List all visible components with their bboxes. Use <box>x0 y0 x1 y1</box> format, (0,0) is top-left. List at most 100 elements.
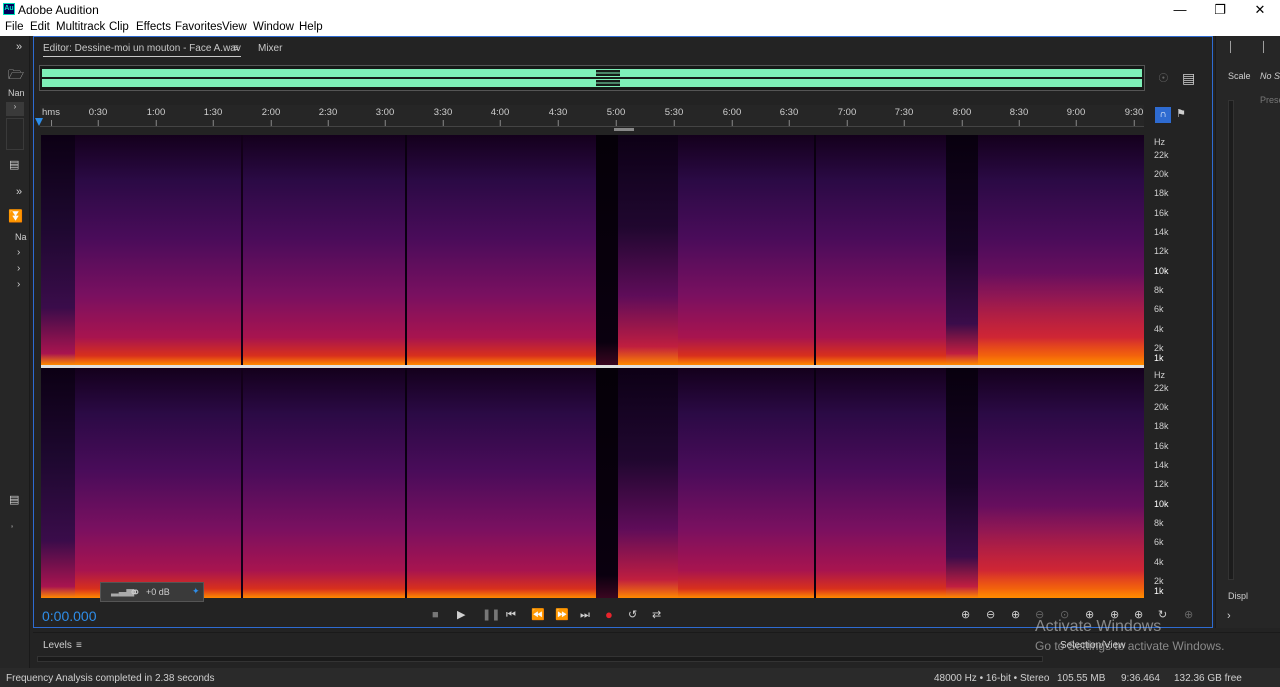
hz-label: 18k <box>1154 188 1169 198</box>
folder-open-icon[interactable]: 🗁 <box>8 66 24 88</box>
expand-arrow-icon[interactable]: › <box>1227 610 1231 622</box>
menu-bar: File Edit Multitrack Clip Effects Favori… <box>0 20 1280 36</box>
ruler-tick: 2:30 <box>318 107 338 126</box>
skip-to-start-icon[interactable]: ⏮ <box>506 607 516 623</box>
no-selection-label: No S <box>1260 71 1280 81</box>
stop-icon[interactable]: ■ <box>432 607 439 623</box>
zoom-out-amplitude-icon[interactable]: ⊖ <box>986 607 995 623</box>
ruler-tick: 0:30 <box>88 107 108 126</box>
hz-label: 12k <box>1154 246 1169 256</box>
zoom-to-selection-vertical-icon[interactable]: ⊕ <box>1184 607 1193 623</box>
spectral-display-channel-2[interactable] <box>41 368 1144 598</box>
spectral-display-channel-1[interactable] <box>41 135 1144 365</box>
play-icon[interactable]: ▶ <box>457 607 465 623</box>
tab-editor[interactable]: Editor: Dessine-moi un mouton - Face A.w… <box>43 43 241 57</box>
maximize-icon[interactable]: ❐ <box>1200 0 1240 20</box>
display-label: Displ <box>1228 591 1249 601</box>
ruler-tick: 5:30 <box>664 107 684 126</box>
menu-edit[interactable]: Edit <box>30 21 50 33</box>
menu-multitrack[interactable]: Multitrack <box>56 21 105 33</box>
ruler-tick: 7:00 <box>837 107 857 126</box>
menu-view[interactable]: View <box>222 21 247 33</box>
hz-label: 14k <box>1154 460 1169 470</box>
marker-pin-icon[interactable]: ⚑ <box>1176 107 1186 120</box>
sample-format: 48000 Hz • 16-bit • Stereo <box>934 673 1050 684</box>
zoom-to-selection-icon[interactable]: ☉ <box>1158 71 1169 85</box>
time-ruler[interactable]: hms 0:30 1:00 1:30 2:00 2:30 3:00 3:30 4… <box>40 105 1144 127</box>
hz-label: 22k <box>1154 150 1169 160</box>
close-icon[interactable]: ✕ <box>1240 0 1280 20</box>
panel-grip-icon[interactable]: │ <box>1261 42 1267 53</box>
hz-label: 12k <box>1154 479 1169 489</box>
right-dock: │ │ Scale No S Prese Displ › <box>1215 36 1280 628</box>
insert-into-multitrack-icon[interactable]: ▤ <box>9 158 19 171</box>
menu-file[interactable]: File <box>5 21 24 33</box>
playhead-marker-icon[interactable] <box>34 115 44 126</box>
file-list-area[interactable] <box>6 118 24 150</box>
menu-help[interactable]: Help <box>299 21 323 33</box>
tab-menu-icon[interactable]: ≡ <box>233 43 239 54</box>
expand-panel-icon-2[interactable]: » <box>16 186 22 198</box>
ruler-tick: 1:30 <box>203 107 223 126</box>
volume-value[interactable]: +0 dB <box>146 587 170 597</box>
hz-label: 18k <box>1154 421 1169 431</box>
ruler-tick: 3:00 <box>375 107 395 126</box>
fast-forward-icon[interactable]: ⏩ <box>555 607 569 623</box>
current-time-display[interactable]: 0:00.000 <box>42 608 97 624</box>
hz-label: 4k <box>1154 324 1164 334</box>
expand-arrow-icon[interactable]: › <box>17 263 20 274</box>
zoom-in-amplitude-icon[interactable]: ⊕ <box>961 607 970 623</box>
expand-arrow-icon[interactable]: › <box>17 247 20 258</box>
menu-clip[interactable]: Clip <box>109 21 129 33</box>
status-message: Frequency Analysis completed in 2.38 sec… <box>6 673 215 684</box>
ruler-tick: 6:00 <box>722 107 742 126</box>
overview-waveform-graphic <box>42 69 1142 87</box>
hz-label: 10k <box>1154 499 1169 509</box>
snap-icon[interactable]: ∩ <box>1155 107 1171 123</box>
hud-volume[interactable]: ▂▃▅ ⚭ +0 dB ✦ <box>100 582 204 602</box>
rewind-icon[interactable]: ⏪ <box>531 607 545 623</box>
hz-label: 20k <box>1154 169 1169 179</box>
pin-hud-icon[interactable]: ✦ <box>192 586 200 597</box>
expand-row-icon[interactable]: › <box>6 102 24 116</box>
ruler-tick: 8:00 <box>952 107 972 126</box>
skip-to-end-icon[interactable]: ⏭ <box>580 607 590 623</box>
expand-arrow-icon[interactable]: › <box>17 279 20 290</box>
menu-effects[interactable]: Effects <box>136 21 171 33</box>
collapse-glyph-icon[interactable]: ’ <box>11 524 13 534</box>
panel-grip-icon[interactable]: │ <box>1228 42 1234 53</box>
ruler-tick: 9:30 <box>1124 107 1144 126</box>
zoom-in-time-icon[interactable]: ⊕ <box>1011 607 1020 623</box>
editor-panel: Editor: Dessine-moi un mouton - Face A.w… <box>33 36 1213 628</box>
vertical-zoom-grip[interactable] <box>614 128 634 131</box>
skip-selection-icon[interactable]: ⇄ <box>652 607 661 623</box>
frequency-axis-channel-2[interactable]: Hz 22k 20k 18k 16k 14k 12k 10k 8k 6k 4k … <box>1146 368 1210 598</box>
insert-icon[interactable]: ▤ <box>9 493 19 506</box>
hz-label: 1k <box>1154 586 1164 596</box>
pause-icon[interactable]: ❚❚ <box>482 607 500 623</box>
levels-menu-icon[interactable]: ≡ <box>76 640 82 651</box>
hz-unit-label: Hz <box>1154 137 1165 147</box>
import-icon[interactable]: ⏬ <box>8 209 23 223</box>
disk-free: 132.36 GB free <box>1174 673 1242 684</box>
minimize-icon[interactable]: — <box>1160 0 1200 20</box>
scale-label: Scale <box>1228 71 1251 81</box>
panel-options-icon[interactable]: ▤ <box>1182 70 1195 87</box>
menu-window[interactable]: Window <box>253 21 294 33</box>
expand-panel-icon[interactable]: » <box>16 41 22 53</box>
volume-knob-icon[interactable]: ⚭ <box>129 584 141 601</box>
ruler-tick: 2:00 <box>261 107 281 126</box>
overview-waveform[interactable] <box>39 65 1145 91</box>
record-icon[interactable]: ● <box>605 607 613 623</box>
loop-icon[interactable]: ↺ <box>628 607 637 623</box>
app-title: Adobe Audition <box>18 3 99 17</box>
status-bar: Frequency Analysis completed in 2.38 sec… <box>0 668 1280 687</box>
ruler-tick: 1:00 <box>146 107 166 126</box>
channel-divider <box>41 365 1144 368</box>
hz-label: 16k <box>1154 208 1169 218</box>
hz-label: 22k <box>1154 383 1169 393</box>
levels-label[interactable]: Levels <box>43 640 72 651</box>
menu-favorites[interactable]: Favorites <box>175 21 222 33</box>
tab-mixer[interactable]: Mixer <box>258 43 282 54</box>
frequency-axis-channel-1[interactable]: Hz 22k 20k 18k 16k 14k 12k 10k 8k 6k 4k … <box>1146 135 1210 365</box>
